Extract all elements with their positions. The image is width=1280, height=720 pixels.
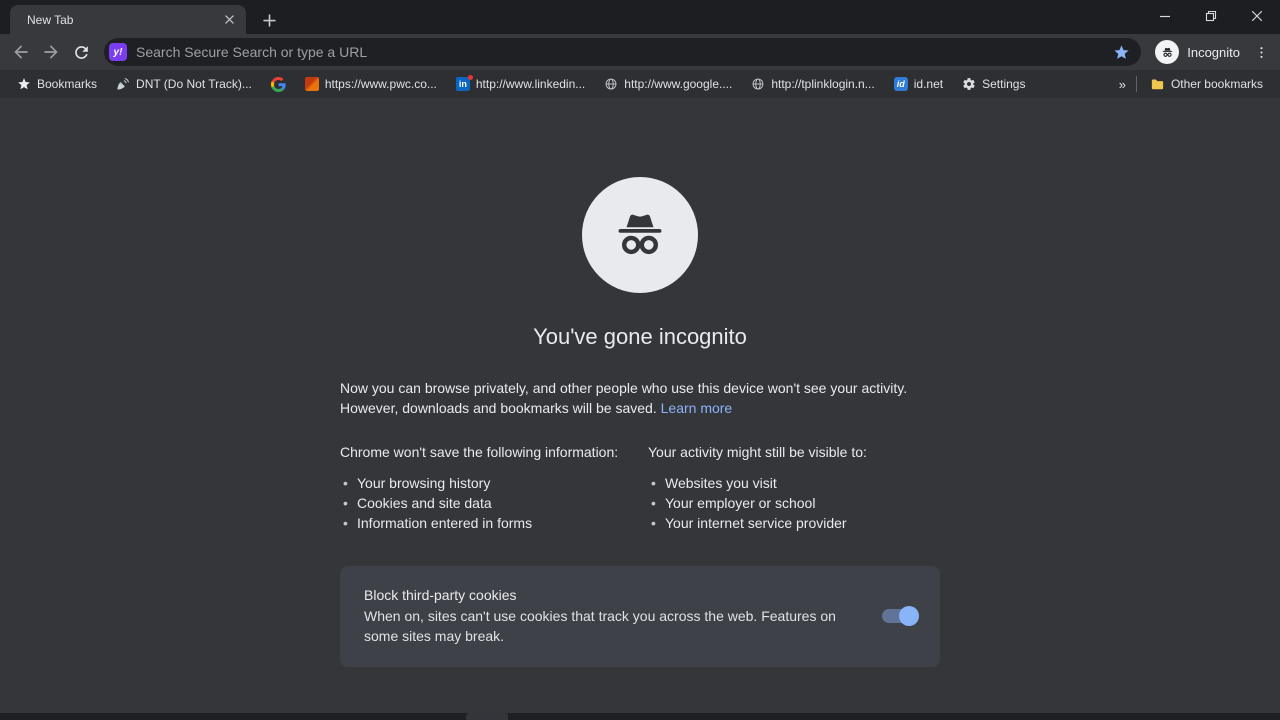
minimize-icon[interactable] [1142,0,1188,32]
incognito-ntp: You've gone incognito Now you can browse… [0,98,1280,713]
bookmark-item-bookmarks[interactable]: Bookmarks [12,74,102,94]
info-columns: Chrome won't save the following informat… [340,442,940,533]
bookmarks-bar: Bookmarks DNT (Do Not Track)... https://… [0,70,1280,98]
other-bookmarks-label: Other bookmarks [1171,77,1263,91]
globe-icon [604,77,618,91]
bookmark-star-icon[interactable] [1109,40,1133,64]
incognito-badge: Incognito [1155,40,1240,64]
bookmark-item-linkedin[interactable]: in http://www.linkedin... [451,74,590,94]
forward-icon[interactable] [36,37,66,67]
google-g-icon [271,77,286,92]
bookmark-label: Bookmarks [37,77,97,91]
close-icon[interactable] [1234,0,1280,32]
bookmark-item-dnt[interactable]: DNT (Do Not Track)... [111,74,257,94]
other-bookmarks-folder[interactable]: Other bookmarks [1145,74,1268,95]
bookmark-label: DNT (Do Not Track)... [136,77,252,91]
menu-kebab-icon[interactable] [1248,39,1274,65]
learn-more-link[interactable]: Learn more [661,400,733,416]
toggle-knob [899,606,919,626]
incognito-hero-icon [582,177,698,293]
taskbar-hint [466,713,508,720]
folder-icon [1150,77,1165,92]
id-net-icon: id [894,77,908,91]
list-item: Your internet service provider [648,513,940,533]
window-titlebar: New Tab [0,0,1280,34]
address-bar[interactable]: y! [104,38,1141,66]
back-icon[interactable] [6,37,36,67]
list-item: Information entered in forms [340,513,632,533]
bookmark-item-google-url[interactable]: http://www.google.... [599,74,737,94]
linkedin-icon: in [456,77,470,91]
bookmarks-separator [1136,76,1137,92]
bookmark-label: Settings [982,77,1025,91]
block-cookies-toggle[interactable] [882,609,916,623]
pwc-icon [305,77,319,91]
wont-save-heading: Chrome won't save the following informat… [340,442,632,462]
visible-to-list: Websites you visit Your employer or scho… [648,473,940,533]
description-text: Now you can browse privately, and other … [340,380,907,416]
globe-icon [751,77,765,91]
wont-save-column: Chrome won't save the following informat… [340,442,632,533]
visible-to-heading: Your activity might still be visible to: [648,442,940,462]
bookmark-label: http://www.linkedin... [476,77,585,91]
block-cookies-title: Block third-party cookies [364,585,864,605]
block-cookies-description: When on, sites can't use cookies that tr… [364,606,864,646]
page-title: You've gone incognito [340,324,940,350]
wont-save-list: Your browsing history Cookies and site d… [340,473,632,533]
restore-icon[interactable] [1188,0,1234,32]
browser-tab[interactable]: New Tab [10,5,246,34]
star-icon [17,77,31,91]
gear-icon [962,77,976,91]
block-cookies-card: Block third-party cookies When on, sites… [340,566,940,667]
bookmark-item-google[interactable] [266,74,291,95]
url-input[interactable] [136,44,1109,60]
incognito-description: Now you can browse privately, and other … [340,378,940,418]
list-item: Your employer or school [648,493,940,513]
bookmark-label: id.net [914,77,943,91]
bookmark-label: http://www.google.... [624,77,732,91]
new-tab-icon[interactable] [256,8,282,32]
list-item: Your browsing history [340,473,632,493]
bookmark-label: http://tplinklogin.n... [771,77,874,91]
incognito-icon [1155,40,1179,64]
bookmarks-overflow-chevron-icon[interactable]: » [1111,75,1134,94]
incognito-label: Incognito [1187,45,1240,60]
window-controls [1142,0,1280,32]
taskbar-edge [0,713,1280,720]
satellite-icon [116,77,130,91]
reload-icon[interactable] [66,37,96,67]
bookmark-item-pwc[interactable]: https://www.pwc.co... [300,74,442,94]
search-engine-icon: y! [109,43,127,61]
list-item: Cookies and site data [340,493,632,513]
bookmark-label: https://www.pwc.co... [325,77,437,91]
bookmark-item-idnet[interactable]: id id.net [889,74,948,94]
tab-title: New Tab [27,13,220,27]
bookmark-item-tplink[interactable]: http://tplinklogin.n... [746,74,879,94]
tab-close-icon[interactable] [220,11,238,29]
visible-to-column: Your activity might still be visible to:… [648,442,940,533]
bookmark-item-settings[interactable]: Settings [957,74,1030,94]
browser-toolbar: y! Incognito [0,34,1280,70]
list-item: Websites you visit [648,473,940,493]
